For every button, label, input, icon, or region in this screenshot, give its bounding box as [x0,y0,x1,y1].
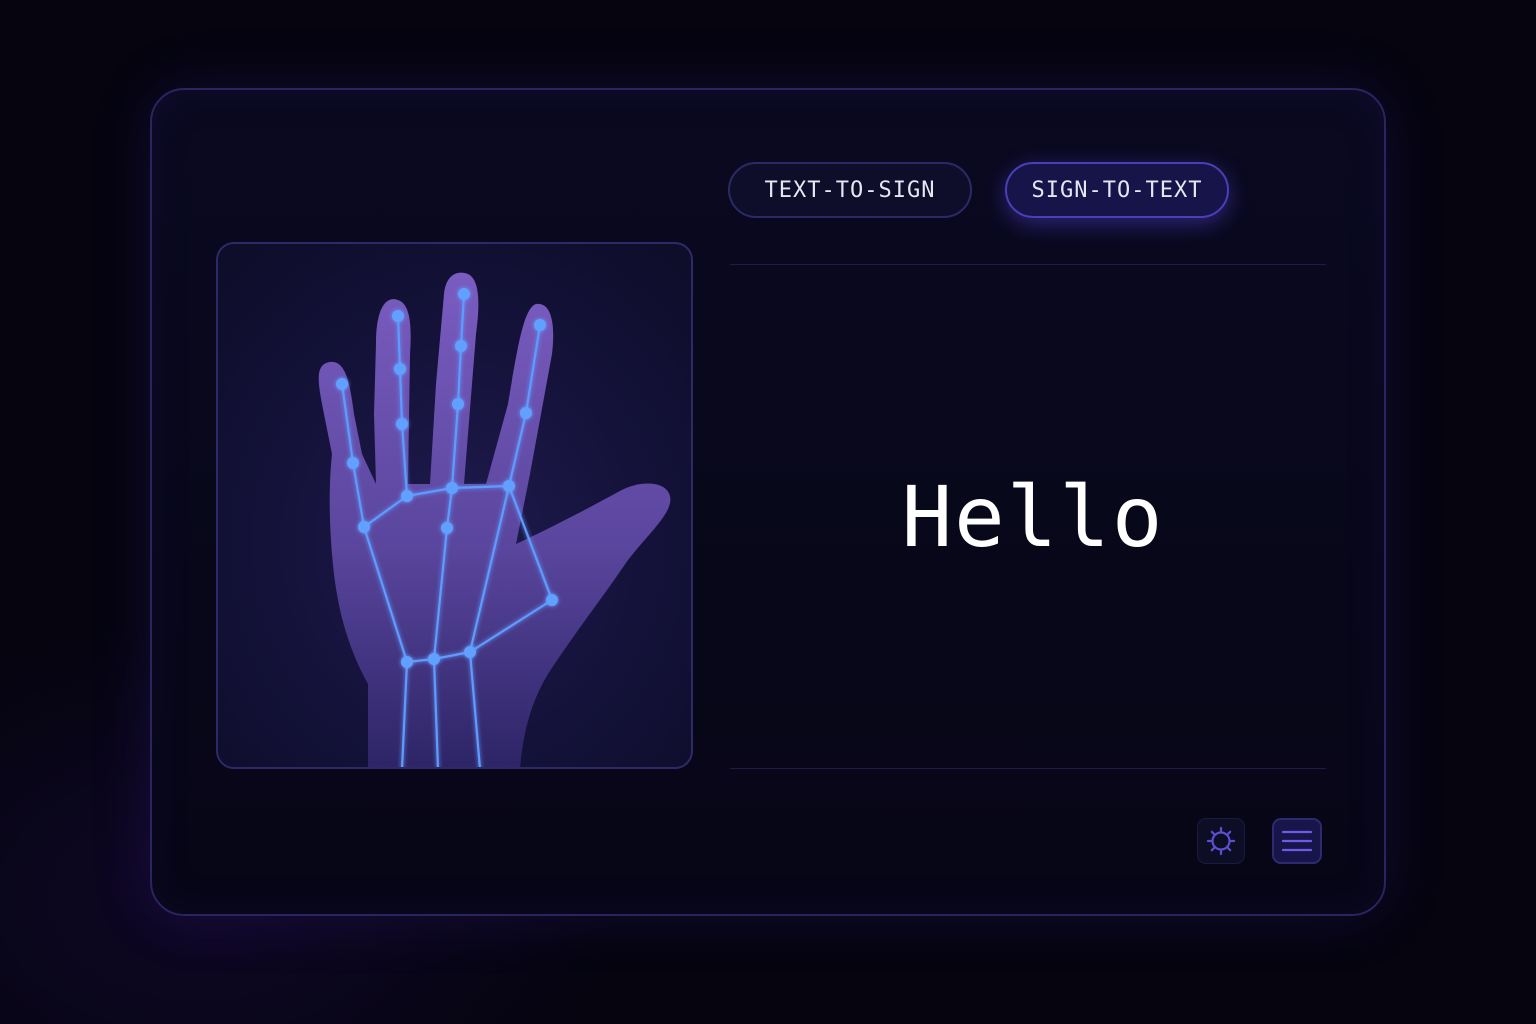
translation-text: Hello [901,467,1165,566]
sign-to-text-button[interactable]: SIGN-TO-TEXT [1005,162,1229,218]
hand-landmarks-icon [318,272,671,767]
settings-button[interactable] [1197,818,1245,864]
app-window: TEXT-TO-SIGN SIGN-TO-TEXT Hello [150,88,1386,916]
text-to-sign-button[interactable]: TEXT-TO-SIGN [728,162,972,218]
output-divider-bottom [730,768,1326,769]
translation-output: Hello [730,265,1326,768]
menu-button[interactable] [1272,818,1322,864]
camera-feed [216,242,693,769]
gear-icon [1206,826,1236,856]
menu-icon [1282,830,1312,852]
